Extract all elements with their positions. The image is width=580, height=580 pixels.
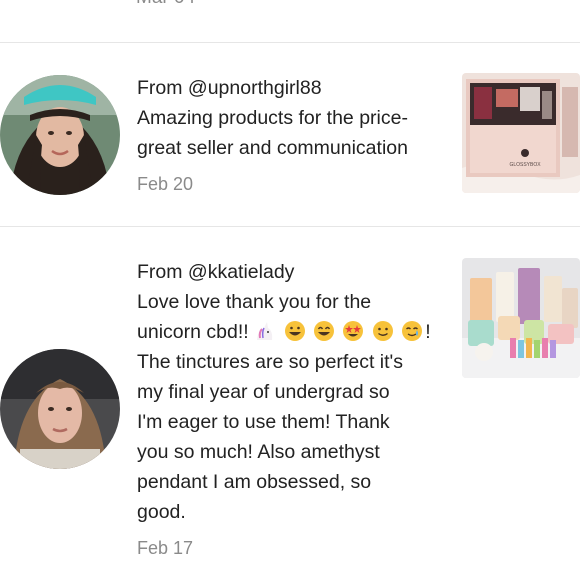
review-line-with-emoji: unicorn cbd!! ! [137, 317, 447, 347]
avatar[interactable] [0, 75, 120, 195]
smiling-face-icon [313, 321, 334, 341]
review-text: Love love thank you for the unicorn cbd!… [137, 287, 447, 527]
review-line: I'm eager to use them! Thank [137, 411, 390, 433]
review-date: Feb 20 [137, 174, 194, 194]
review-line-suffix: ! [425, 321, 431, 343]
unicorn-icon [257, 322, 273, 340]
review-item: From @kkatielady Love love thank you for… [0, 227, 580, 580]
review-line: Amazing products for the price- [137, 107, 408, 129]
review-line: you so much! Also amethyst [137, 441, 380, 463]
previous-review-date: Mar 04 [136, 0, 195, 8]
review-line: good. [137, 501, 186, 523]
review-line: Love love thank you for the [137, 291, 372, 313]
slightly-smiling-icon [372, 321, 393, 341]
review-date: Feb 17 [137, 538, 194, 558]
review-author[interactable]: From @kkatielady [137, 257, 447, 287]
review-photo[interactable]: GLOSSYBOX [462, 73, 580, 193]
review-text: Amazing products for the price- great se… [137, 103, 447, 163]
review-line: my final year of undergrad so [137, 381, 390, 403]
review-line: The tinctures are so perfect it's [137, 351, 404, 373]
grinning-face-icon [284, 321, 305, 341]
photo-box-label: GLOSSYBOX [509, 162, 541, 168]
avatar[interactable] [0, 349, 120, 469]
review-line: pendant I am obsessed, so [137, 471, 372, 493]
review-item: From @upnorthgirl88 Amazing products for… [0, 43, 580, 227]
review-line: great seller and communication [137, 137, 408, 159]
star-struck-icon [343, 321, 364, 341]
reviews-page: Mar 04 From @upnorthgirl88 Amazing produ… [0, 0, 580, 580]
review-author[interactable]: From @upnorthgirl88 [137, 73, 447, 103]
teary-smile-icon [402, 321, 423, 341]
review-photo[interactable] [462, 258, 580, 378]
review-line: unicorn cbd!! [137, 321, 249, 343]
